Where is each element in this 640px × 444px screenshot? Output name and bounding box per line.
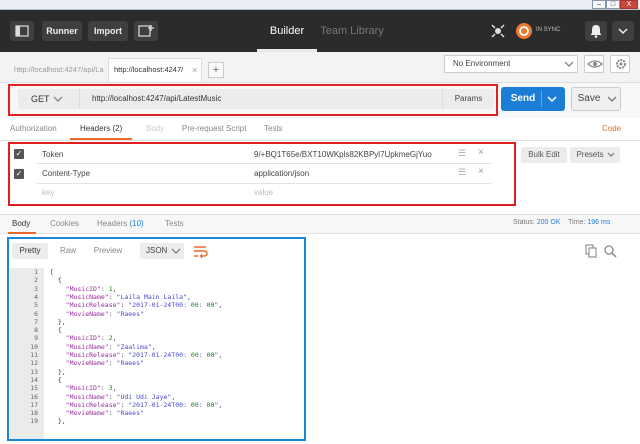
satellite-icon (491, 24, 505, 38)
chevron-down-icon (618, 28, 628, 35)
minimize-button[interactable]: – (592, 0, 606, 9)
time-value: 196 ms (587, 219, 611, 226)
tab-prerequest-script[interactable]: Pre-request Script (182, 122, 246, 136)
chevron-down-icon[interactable] (545, 91, 559, 109)
eye-icon (587, 60, 603, 68)
response-highlight-box (7, 237, 306, 441)
tab-headers-label: Headers (2) (80, 124, 123, 133)
team-library-tab[interactable]: Team Library (317, 10, 387, 52)
sync-status[interactable] (514, 21, 534, 41)
response-headers-count: (10) (129, 219, 144, 228)
send-divider (541, 91, 542, 107)
active-request-tab-label: http://localhost:4247/ (114, 65, 184, 74)
import-button[interactable]: Import (88, 21, 128, 41)
response-tab-headers-label: Headers (97, 219, 128, 228)
sync-status-text: IN SYNC (536, 27, 561, 33)
chevron-down-icon (563, 57, 575, 73)
response-tab-body[interactable]: Body (12, 218, 30, 230)
close-tab-icon[interactable]: × (192, 60, 197, 80)
interceptor-button[interactable] (488, 21, 508, 41)
maximize-button[interactable]: □ (606, 0, 620, 9)
tab-headers[interactable]: Headers (2) (80, 122, 122, 136)
notifications-button[interactable] (585, 21, 607, 41)
request-tab[interactable]: http://localhost:4247/api/La (10, 60, 106, 80)
status-label: Status: (513, 219, 535, 226)
url-highlight-box (8, 84, 498, 116)
save-label: Save (577, 93, 601, 104)
sync-icon (516, 23, 532, 39)
manage-environments-button[interactable] (610, 55, 630, 73)
window-titlebar (0, 0, 640, 10)
chevron-down-icon[interactable] (605, 91, 619, 109)
response-status: Status: 200 OK Time: 196 ms (513, 219, 610, 226)
builder-tab[interactable]: Builder (257, 10, 317, 52)
tab-tests[interactable]: Tests (264, 122, 283, 136)
gear-icon (616, 59, 626, 69)
environment-value: No Environment (453, 59, 511, 68)
copy-button[interactable] (584, 243, 598, 259)
sidebar-toggle-button[interactable] (10, 21, 34, 41)
runner-button[interactable]: Runner (42, 21, 82, 41)
copy-icon (585, 244, 597, 258)
headers-highlight-box (8, 142, 516, 206)
tab-authorization[interactable]: Authorization (10, 122, 57, 136)
active-tab-indicator (8, 232, 36, 234)
chevron-down-icon (606, 148, 616, 164)
response-tab-headers[interactable]: Headers (10) (97, 218, 144, 230)
divider (0, 140, 640, 141)
add-tab-button[interactable]: + (208, 62, 224, 78)
new-tab-button[interactable] (134, 21, 158, 41)
tab-body[interactable]: Body (146, 122, 164, 136)
code-link[interactable]: Code (602, 122, 621, 136)
search-icon (604, 245, 617, 258)
response-tab-cookies[interactable]: Cookies (50, 218, 79, 230)
environment-quick-look-button[interactable] (584, 55, 604, 73)
bulk-edit-button[interactable]: Bulk Edit (521, 147, 567, 163)
status-value: 200 OK (536, 219, 561, 226)
time-label: Time: (568, 219, 586, 226)
search-button[interactable] (602, 243, 618, 259)
close-window-button[interactable]: X (620, 0, 638, 9)
new-window-icon (138, 25, 154, 37)
response-tab-tests[interactable]: Tests (165, 218, 184, 230)
send-label: Send (510, 93, 536, 104)
bell-icon (590, 25, 602, 38)
sidebar-toggle-icon (15, 25, 29, 37)
environment-select[interactable]: No Environment (444, 55, 578, 73)
settings-menu-button[interactable] (612, 21, 634, 41)
